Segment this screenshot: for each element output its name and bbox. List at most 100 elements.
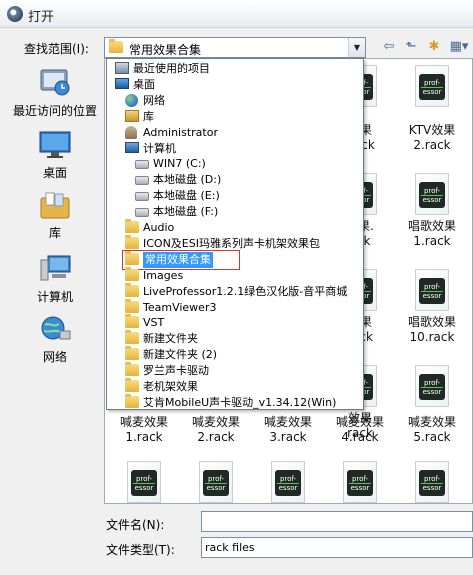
dropdown-item[interactable]: 库 xyxy=(107,109,363,125)
computer-icon xyxy=(38,254,72,287)
file-name-input[interactable] xyxy=(201,511,473,532)
dropdown-item-label: Images xyxy=(143,268,184,282)
professor-badge: prof-essor xyxy=(347,470,373,496)
file-item[interactable]: prof-essor 唱歌效果 1.rack xyxy=(397,173,467,249)
file-item[interactable]: 喊麦效果 1.rack xyxy=(109,415,179,445)
folder-icon xyxy=(125,298,139,313)
file-item-label: 唱歌效果 1.rack xyxy=(407,219,456,248)
desktop-icon xyxy=(38,130,72,163)
rack-file-icon: prof-essor xyxy=(343,461,377,503)
dropdown-item-label: 新建文件夹 (2) xyxy=(143,348,218,362)
file-type-select[interactable]: rack files xyxy=(201,537,473,558)
folder-icon xyxy=(125,378,139,392)
dropdown-item[interactable]: LiveProfessor1.2.1绿色汉化版-音平商城 xyxy=(107,282,363,300)
dropdown-item-label: 老机架效果 xyxy=(143,380,198,393)
drive-icon xyxy=(135,208,149,218)
file-item-label: 唱歌效果 10.rack xyxy=(407,315,456,344)
file-item[interactable]: prof-essor xyxy=(397,65,467,111)
dropdown-item[interactable]: 艾肯MobileU声卡驱动_v1.34.12(Win) xyxy=(107,393,363,409)
dropdown-item[interactable]: 罗兰声卡驱动 xyxy=(107,362,363,379)
folder-icon xyxy=(109,39,123,53)
chevron-down-icon[interactable]: ▼ xyxy=(348,38,365,57)
dropdown-item-label: 库 xyxy=(143,109,154,123)
file-item[interactable]: prof-essor xyxy=(397,365,467,411)
dropdown-item[interactable]: 老机架效果 xyxy=(107,378,363,395)
file-item-label: 喊麦效果 3.rack xyxy=(263,415,312,444)
file-item[interactable]: 喊麦效果 5.rack xyxy=(397,415,467,445)
back-icon[interactable]: ⇦ xyxy=(380,38,398,56)
dropdown-item[interactable]: 本地磁盘 (D:) xyxy=(107,172,363,188)
folder-icon xyxy=(125,282,139,297)
dropdown-item-label: Administrator xyxy=(143,125,218,139)
dropdown-item[interactable]: 新建文件夹 (2) xyxy=(107,346,363,363)
rack-file-icon: prof-essor xyxy=(415,269,449,311)
folder-icon xyxy=(125,346,139,361)
file-item[interactable]: 喊麦效果 4.rack xyxy=(325,415,395,445)
rack-file-icon: prof-essor xyxy=(415,65,449,107)
places-item-computer[interactable]: 计算机 xyxy=(6,254,104,304)
dropdown-item[interactable]: 桌面 xyxy=(107,77,363,93)
dropdown-item[interactable]: TeamViewer3 xyxy=(107,298,363,316)
dropdown-item-label: 本地磁盘 (F:) xyxy=(153,205,219,219)
professor-badge: prof-essor xyxy=(203,470,229,496)
folder-icon xyxy=(125,314,139,329)
places-item-network[interactable]: 网络 xyxy=(6,314,104,364)
dropdown-item[interactable]: 本地磁盘 (F:) xyxy=(107,204,363,220)
file-item[interactable]: prof-essor xyxy=(181,461,251,503)
file-item[interactable]: prof-essor 唱歌效果 10.rack xyxy=(397,269,467,345)
rack-file-icon: prof-essor xyxy=(415,173,449,215)
dropdown-item-label: 罗兰声卡驱动 xyxy=(143,364,209,378)
view-menu-icon[interactable]: ▦▾ xyxy=(447,38,471,56)
dropdown-item[interactable]: 计算机 xyxy=(107,141,363,157)
file-item[interactable]: prof-essor xyxy=(109,461,179,503)
dropdown-item-label: 新建文件夹 xyxy=(143,332,198,346)
dropdown-item-label: 本地磁盘 (E:) xyxy=(153,189,220,203)
professor-badge: prof-essor xyxy=(419,374,445,400)
file-item[interactable]: 喊麦效果 2.rack xyxy=(181,415,251,445)
dropdown-item[interactable]: Audio xyxy=(107,219,363,236)
file-item[interactable]: prof-essor xyxy=(397,461,467,503)
places-bar: 最近访问的位置桌面库计算机网络 xyxy=(0,58,104,504)
dropdown-item-label: WIN7 (C:) xyxy=(153,157,206,171)
app-icon xyxy=(7,6,23,22)
dropdown-item[interactable]: 新建文件夹 xyxy=(107,330,363,347)
dropdown-item[interactable]: Administrator xyxy=(107,125,363,141)
new-folder-icon[interactable]: ✱ xyxy=(425,38,443,56)
look-in-combobox[interactable]: 常用效果合集 ▼ xyxy=(104,37,366,58)
dropdown-item-label: 本地磁盘 (D:) xyxy=(153,173,222,187)
file-item[interactable]: prof-essor xyxy=(325,461,395,503)
dropdown-item-label: 计算机 xyxy=(143,141,176,155)
network-icon xyxy=(38,314,72,347)
computer-icon xyxy=(125,141,139,153)
dropdown-item-label: TeamViewer3 xyxy=(143,300,217,314)
professor-badge: prof-essor xyxy=(131,470,157,496)
dropdown-item-label: 最近使用的项目 xyxy=(133,62,210,75)
dropdown-item[interactable]: Images xyxy=(107,266,363,284)
up-folder-icon[interactable]: ⬑ xyxy=(402,38,420,56)
file-item[interactable]: 喊麦效果 3.rack xyxy=(253,415,323,445)
folder-icon xyxy=(125,219,139,233)
dropdown-item-label: 艾肯MobileU声卡驱动_v1.34.12(Win) xyxy=(143,395,337,409)
professor-badge: prof-essor xyxy=(275,470,301,496)
dropdown-item[interactable]: WIN7 (C:) xyxy=(107,156,363,172)
file-item[interactable]: KTV效果 2.rack xyxy=(397,123,467,153)
rack-file-icon: prof-essor xyxy=(127,461,161,503)
file-item-label: 喊麦效果 2.rack xyxy=(191,415,240,444)
window-title: 打开 xyxy=(28,10,55,25)
places-item-label: 网络 xyxy=(42,350,67,364)
dropdown-item[interactable]: 本地磁盘 (E:) xyxy=(107,188,363,204)
dropdown-item[interactable]: VST xyxy=(107,314,363,331)
dropdown-item[interactable]: 最近使用的项目 xyxy=(107,61,363,77)
places-item-label: 桌面 xyxy=(42,166,67,180)
file-item[interactable]: prof-essor xyxy=(253,461,323,503)
file-item-label: 喊麦效果 1.rack xyxy=(119,415,168,444)
title-bar: 打开 xyxy=(0,0,473,28)
places-item-library[interactable]: 库 xyxy=(6,190,104,240)
places-item-label: 库 xyxy=(48,226,61,240)
places-item-desktop[interactable]: 桌面 xyxy=(6,130,104,180)
library-icon xyxy=(38,190,72,223)
look-in-dropdown[interactable]: 最近使用的项目桌面 网络库 Administrator 计算机 WIN7 (C:) 本地磁… xyxy=(106,58,364,410)
places-item-recent-places[interactable]: 最近访问的位置 xyxy=(6,66,104,118)
professor-badge: prof-essor xyxy=(419,74,445,100)
dropdown-item[interactable]: 网络 xyxy=(107,93,363,109)
